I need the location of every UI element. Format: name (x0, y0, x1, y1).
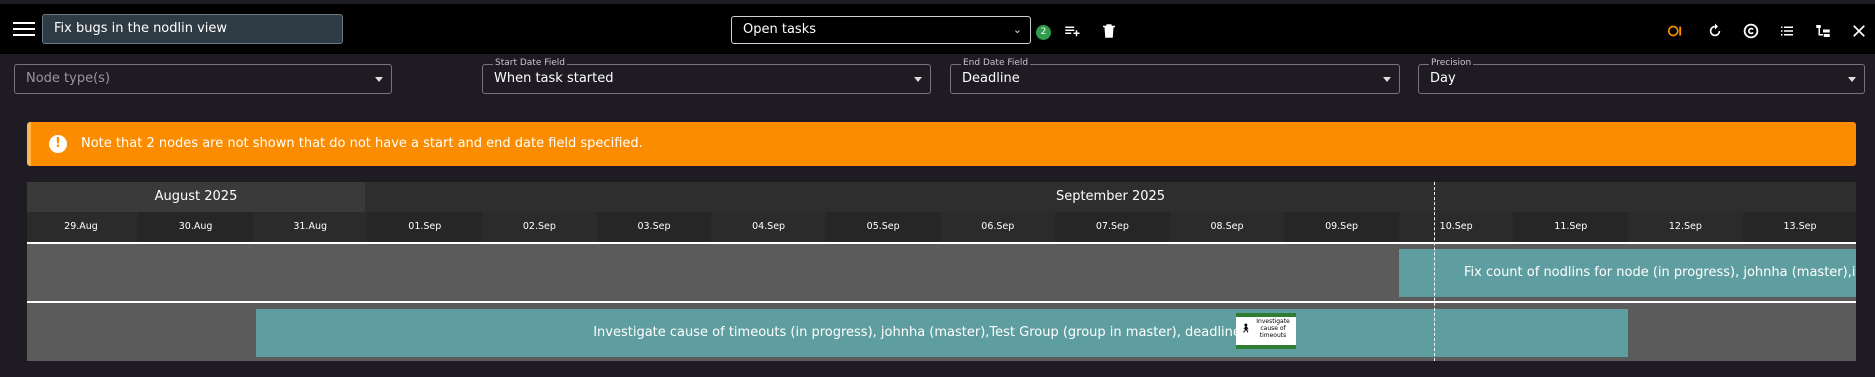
month-header: August 2025 September 2025 (27, 182, 1856, 212)
day-header-cell: 31.Aug (252, 212, 368, 242)
task-bar-label: Investigate cause of timeouts (in progre… (593, 325, 1291, 340)
node-types-placeholder: Node type(s) (26, 71, 111, 86)
missing-dates-warning: ! Note that 2 nodes are not shown that d… (27, 122, 1856, 166)
walking-person-icon: 🚶︎ (1240, 324, 1252, 334)
view-select-value: Open tasks (743, 22, 816, 37)
delete-icon[interactable] (1099, 21, 1119, 41)
list-icon[interactable] (1777, 21, 1797, 41)
copyright-icon[interactable] (1741, 21, 1761, 41)
task-thumbnail[interactable]: 🚶︎ Investigate cause of timeouts (1236, 313, 1296, 349)
dropdown-arrow-icon (375, 77, 383, 82)
day-header-cell: 01.Sep (408, 221, 442, 232)
day-header-cell: 13.Sep (1783, 221, 1817, 232)
day-header-cell: 12.Sep (1628, 212, 1743, 242)
day-header-cell: 10.Sep (1398, 212, 1514, 242)
tree-icon[interactable] (1813, 21, 1833, 41)
day-header-cell: 30.Aug (178, 221, 213, 232)
chevron-down-icon: ⌄ (1012, 23, 1022, 36)
month-header-august: August 2025 (27, 182, 365, 212)
day-header-cell: 04.Sep (711, 212, 826, 242)
task-bar-investigate-timeouts[interactable]: Investigate cause of timeouts (in progre… (256, 309, 1628, 357)
task-bar-fix-nodlins[interactable]: Fix count of nodlins for node (in progre… (1399, 249, 1856, 297)
today-marker-line (1434, 182, 1435, 361)
day-header-cell: 06.Sep (940, 212, 1056, 242)
end-date-field-select[interactable]: End Date Field Deadline (950, 58, 1400, 94)
precision-value: Day (1430, 71, 1456, 86)
playlist-add-icon[interactable] (1062, 21, 1082, 41)
close-icon[interactable] (1849, 21, 1869, 41)
view-count-badge: 2 (1036, 25, 1051, 40)
day-header-cell: 08.Sep (1169, 212, 1285, 242)
precision-select[interactable]: Precision Day (1418, 58, 1865, 94)
start-date-field-value: When task started (494, 71, 614, 86)
alert-circle-icon: ! (49, 135, 67, 153)
task-bar-label: Fix count of nodlins for node (in progre… (1464, 265, 1856, 280)
month-header-september: September 2025 (365, 182, 1856, 212)
app-root: Fix bugs in the nodlin view Open tasks ⌄… (0, 0, 1875, 377)
day-header: 29.Aug 30.Aug 31.Aug 01.Sep 02.Sep 03.Sep 04.S… (27, 212, 1856, 242)
view-title-input[interactable]: Fix bugs in the nodlin view (42, 14, 343, 44)
activity-icon[interactable] (1664, 21, 1684, 41)
end-date-field-value: Deadline (962, 71, 1020, 86)
node-types-select[interactable]: Node type(s) (14, 64, 392, 94)
day-header-cell: 11.Sep (1554, 221, 1588, 232)
day-header-cell: 03.Sep (637, 221, 671, 232)
view-select[interactable]: Open tasks ⌄ (731, 16, 1031, 44)
menu-icon[interactable] (13, 19, 35, 37)
dropdown-arrow-icon (1383, 77, 1391, 82)
dropdown-arrow-icon (1848, 77, 1856, 82)
gantt-timeline: August 2025 September 2025 29.Aug 30.Aug 3… (27, 182, 1856, 361)
top-toolbar: Fix bugs in the nodlin view Open tasks ⌄… (0, 4, 1875, 54)
day-header-cell: 09.Sep (1325, 221, 1359, 232)
day-header-cell: 02.Sep (482, 212, 597, 242)
thumbnail-text: Investigate cause of timeouts (1256, 318, 1290, 339)
warning-text: Note that 2 nodes are not shown that do … (81, 136, 643, 151)
dropdown-arrow-icon (914, 77, 922, 82)
refresh-icon[interactable] (1705, 21, 1725, 41)
start-date-field-select[interactable]: Start Date Field When task started (482, 58, 931, 94)
day-header-cell: 07.Sep (1095, 221, 1129, 232)
day-header-cell: 29.Aug (27, 212, 139, 242)
day-header-cell: 05.Sep (866, 221, 900, 232)
